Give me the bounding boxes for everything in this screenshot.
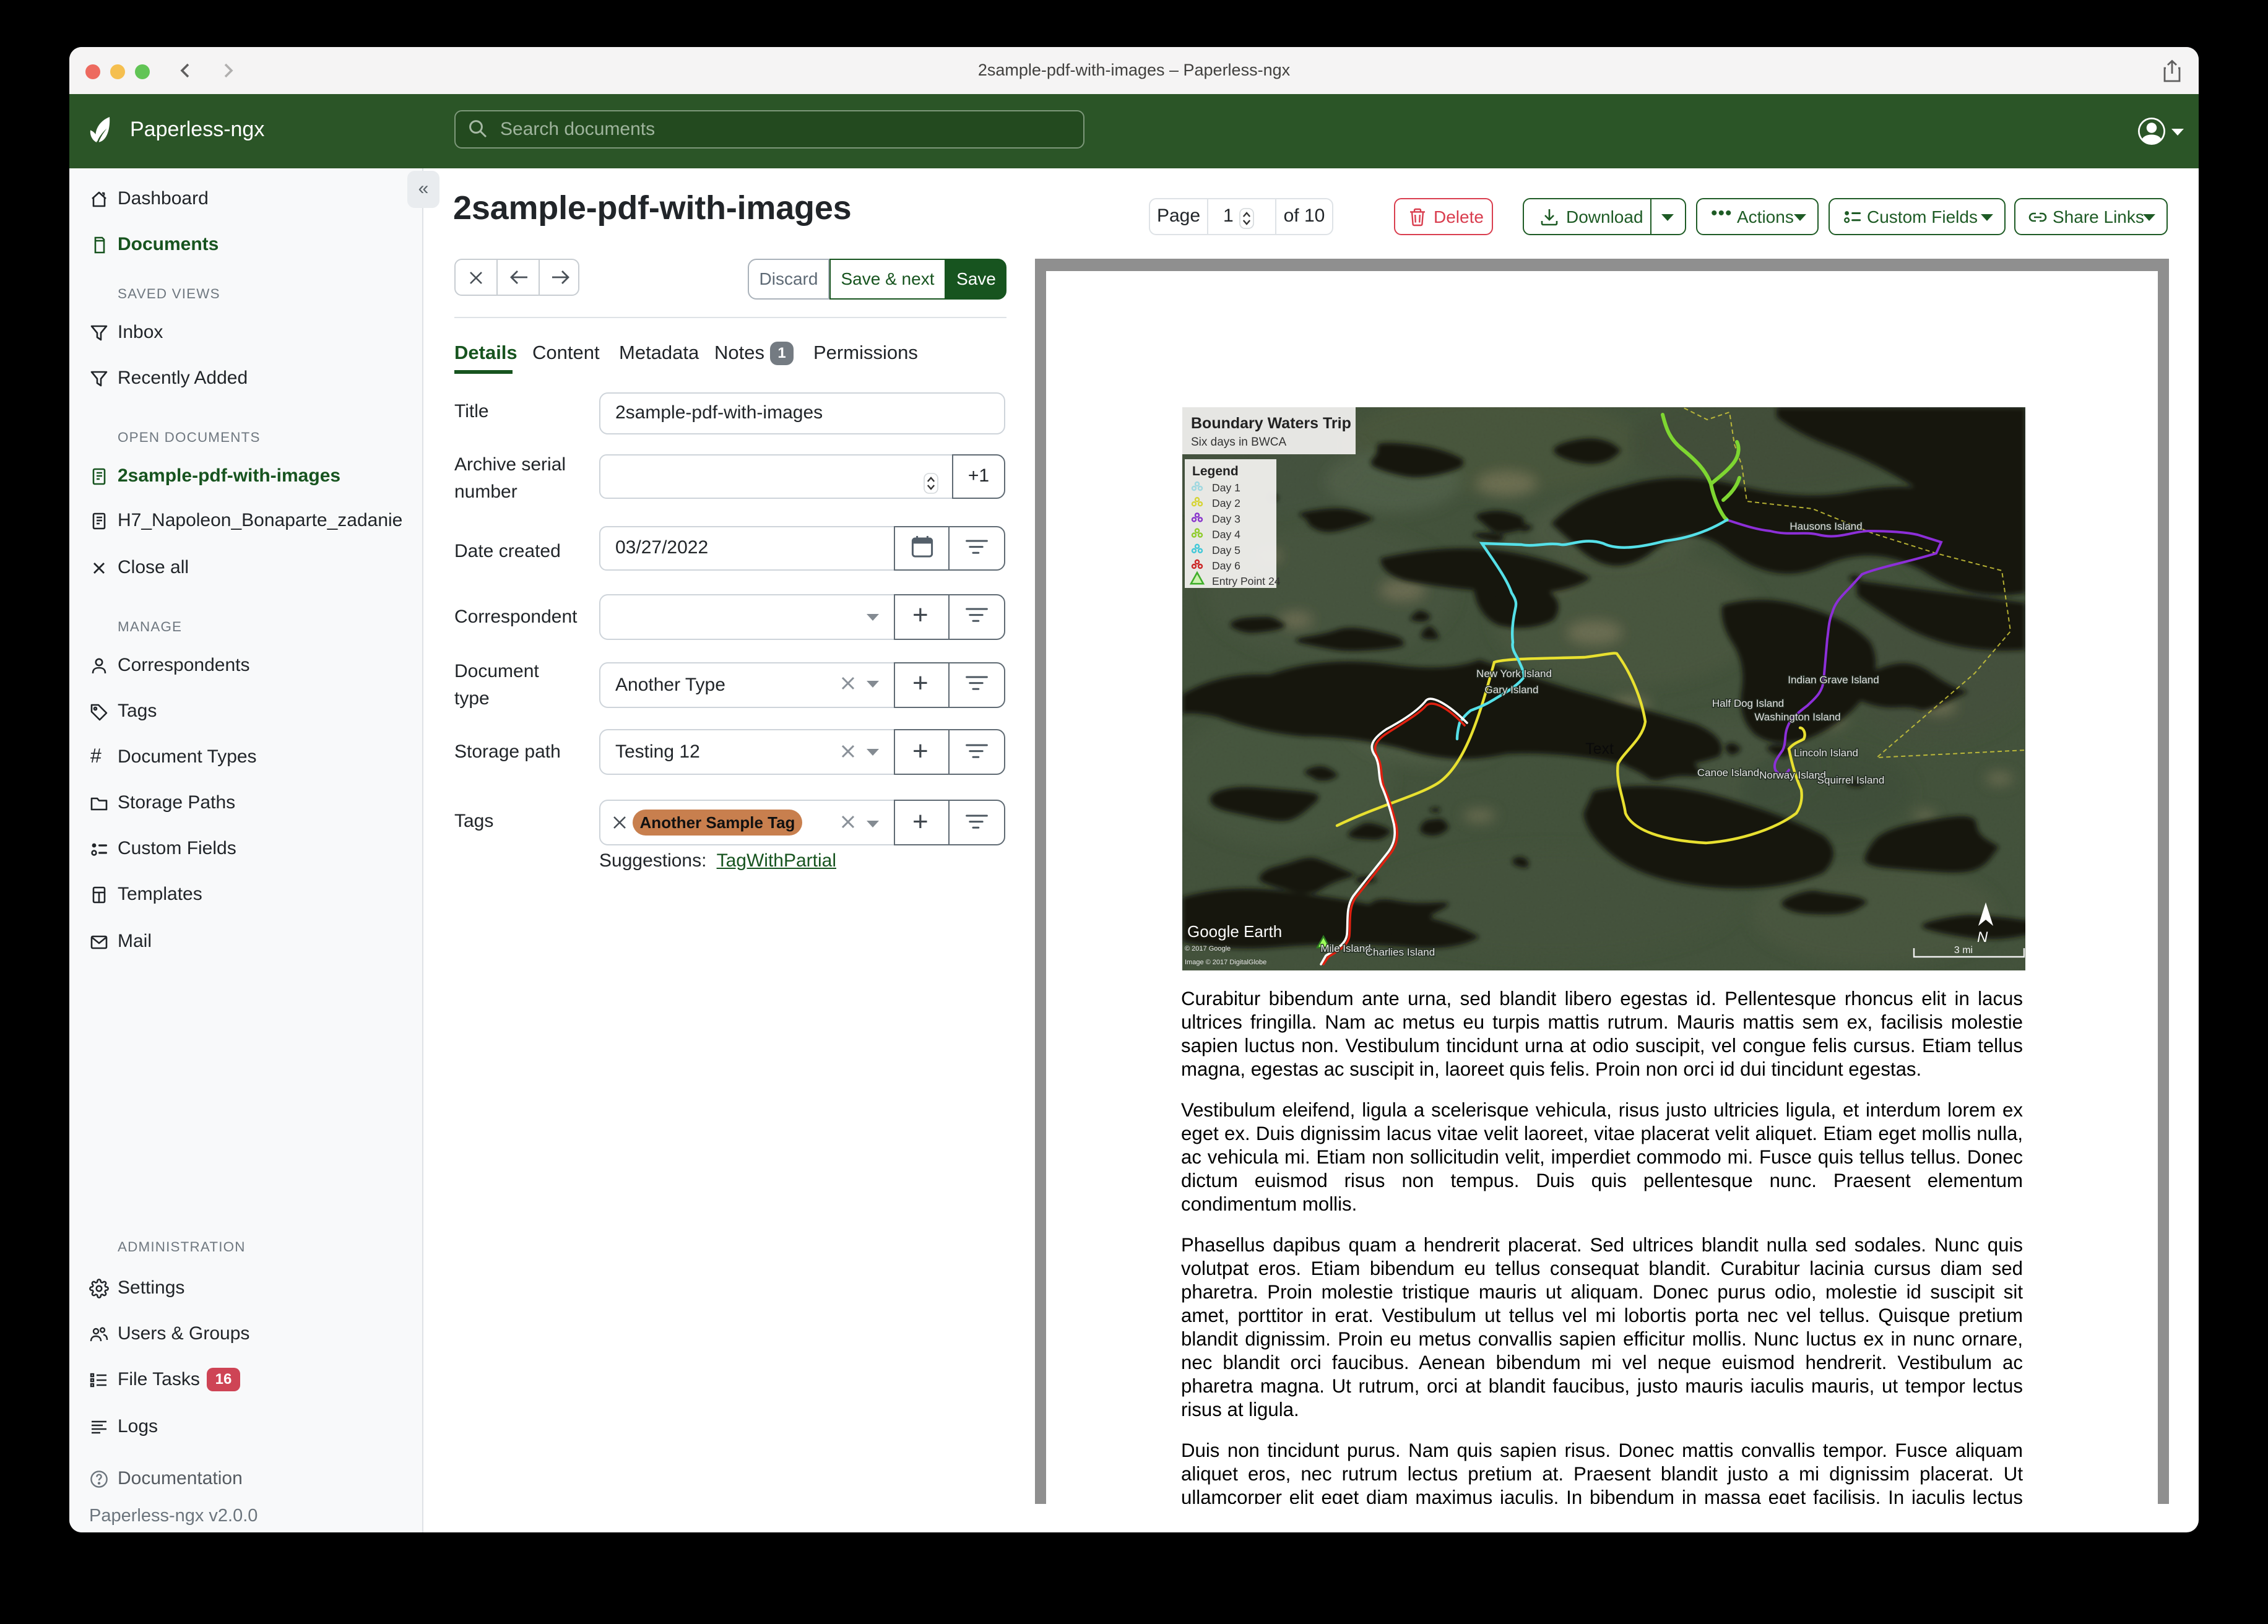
svg-text:Washington Island: Washington Island xyxy=(1754,711,1840,723)
svg-text:Google Earth: Google Earth xyxy=(1187,922,1282,941)
svg-text:Day 4: Day 4 xyxy=(1212,529,1240,541)
svg-text:New York Island: New York Island xyxy=(1476,668,1552,680)
svg-text:Canoe Island: Canoe Island xyxy=(1697,767,1759,779)
svg-text:Norway Island: Norway Island xyxy=(1759,769,1826,781)
svg-text:Day 5: Day 5 xyxy=(1212,544,1240,556)
svg-text:Squirrel Island: Squirrel Island xyxy=(1817,774,1885,786)
svg-text:Hausons Island: Hausons Island xyxy=(1790,520,1862,532)
svg-text:Boundary Waters Trip: Boundary Waters Trip xyxy=(1191,415,1351,432)
svg-text:Half Dog Island: Half Dog Island xyxy=(1712,698,1784,709)
svg-text:Lincoln Island: Lincoln Island xyxy=(1794,747,1858,759)
svg-text:Six days in BWCA: Six days in BWCA xyxy=(1191,436,1286,449)
svg-text:N: N xyxy=(1977,929,1988,946)
svg-text:Legend: Legend xyxy=(1192,464,1239,478)
svg-text:Charlies Island: Charlies Island xyxy=(1366,946,1435,958)
svg-text:Day 1: Day 1 xyxy=(1212,482,1240,494)
svg-text:3 mi: 3 mi xyxy=(1954,945,1973,956)
svg-text:© 2017 Google: © 2017 Google xyxy=(1185,945,1231,952)
svg-text:Day 6: Day 6 xyxy=(1212,559,1240,572)
svg-text:Mile Island: Mile Island xyxy=(1320,943,1370,954)
svg-text:Text: Text xyxy=(1585,740,1614,758)
svg-text:Gary Island: Gary Island xyxy=(1485,684,1539,696)
svg-text:Entry Point 24: Entry Point 24 xyxy=(1212,575,1281,587)
svg-text:Indian Grave Island: Indian Grave Island xyxy=(1788,674,1879,686)
svg-text:Day 2: Day 2 xyxy=(1212,497,1240,509)
svg-text:Day 3: Day 3 xyxy=(1212,512,1240,525)
svg-text:Image © 2017 DigitalGlobe: Image © 2017 DigitalGlobe xyxy=(1185,959,1266,966)
